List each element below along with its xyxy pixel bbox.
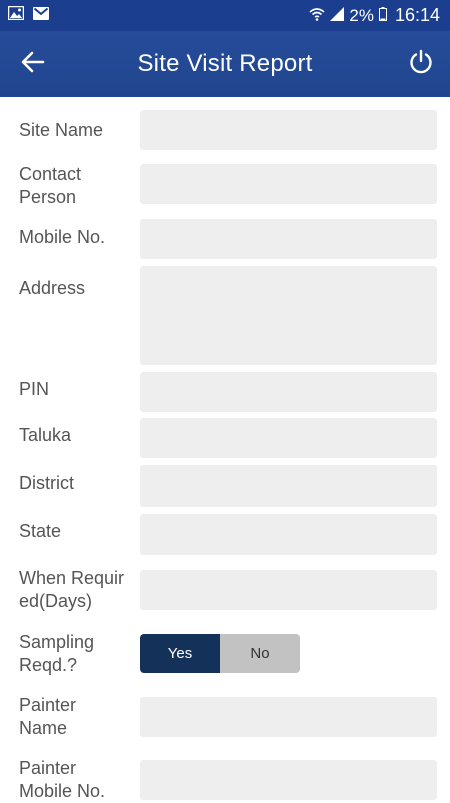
clock: 16:14 — [394, 5, 440, 25]
battery-icon — [378, 6, 387, 26]
painter-mobile-label: Painter Mobile No. — [19, 758, 106, 801]
wifi-icon — [309, 6, 325, 26]
status-bar: 2% 16:14 — [0, 0, 450, 31]
painter-mobile-field[interactable] — [140, 760, 437, 800]
district-label: District — [19, 473, 74, 493]
site-visit-form: Site Name Contact Person Mobile No. Addr… — [0, 97, 450, 801]
mobile-no-label: Mobile No. — [19, 227, 106, 247]
state-label: State — [19, 521, 62, 541]
contact-person-label: Contact Person — [19, 164, 82, 207]
sampling-no-toggle[interactable]: No — [220, 634, 300, 673]
mobile-no-field[interactable] — [140, 219, 437, 259]
page-title: Site Visit Report — [137, 50, 313, 77]
notification-icons — [7, 5, 49, 25]
painter-name-label: Painter Name — [19, 695, 77, 738]
app-bar: Site Visit Report — [0, 31, 450, 97]
site-name-field[interactable] — [140, 110, 437, 150]
system-indicators: 2% 16:14 — [309, 5, 440, 26]
taluka-label: Taluka — [19, 425, 72, 445]
sampling-label: Sampling Reqd.? — [19, 632, 95, 675]
address-label: Address — [19, 278, 86, 298]
pin-field[interactable] — [140, 372, 437, 412]
image-icon — [7, 5, 25, 25]
when-required-field[interactable] — [140, 570, 437, 610]
gmail-icon — [33, 6, 49, 25]
painter-name-field[interactable] — [140, 697, 437, 737]
address-field[interactable] — [140, 266, 437, 365]
logout-button[interactable] — [406, 49, 436, 79]
taluka-field[interactable] — [140, 418, 437, 458]
battery-percent: 2% — [349, 5, 374, 25]
signal-icon — [330, 6, 345, 26]
power-icon — [408, 49, 434, 80]
contact-person-field[interactable] — [140, 164, 437, 204]
when-required-label: When Requir ed(Days) — [19, 568, 125, 611]
sampling-yes-toggle[interactable]: Yes — [140, 634, 220, 673]
pin-label: PIN — [19, 379, 50, 399]
district-field[interactable] — [140, 465, 437, 507]
state-field[interactable] — [140, 514, 437, 555]
site-name-label: Site Name — [19, 120, 104, 140]
